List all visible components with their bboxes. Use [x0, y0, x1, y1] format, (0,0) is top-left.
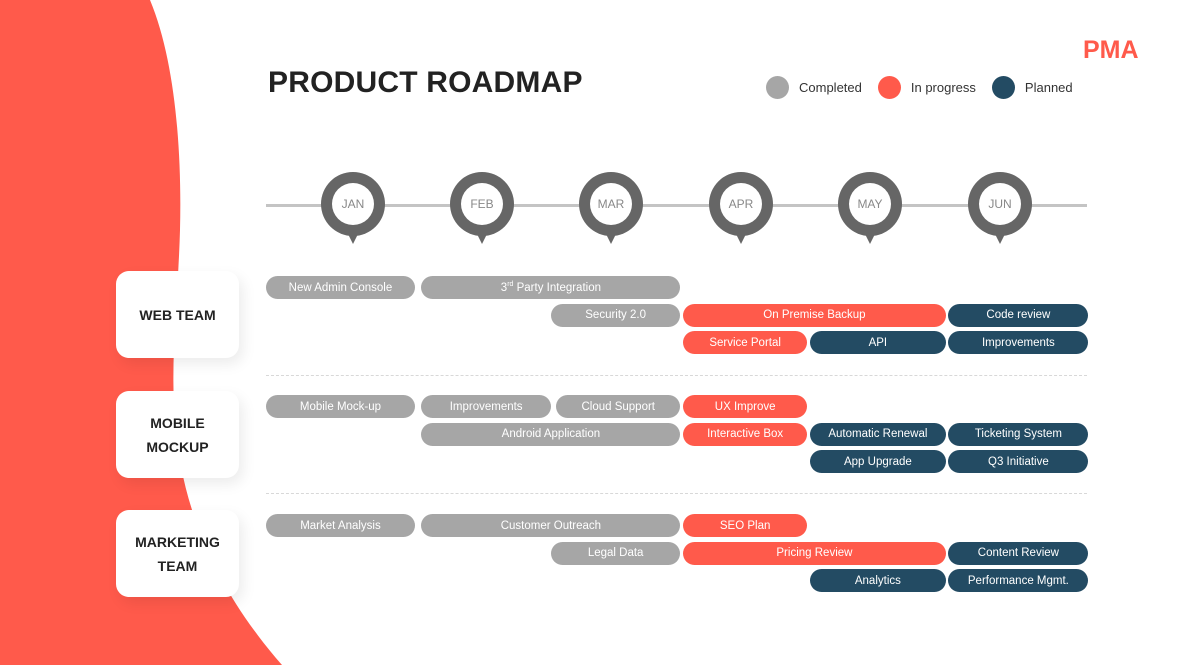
task-label: On Premise Backup: [763, 309, 866, 321]
team-label: MOBILE MOCKUP: [146, 411, 208, 459]
legend-item-planned: Planned: [991, 76, 1073, 99]
team-card-mobile: MOBILE MOCKUP: [116, 391, 239, 478]
team-label-line: MARKETING: [135, 533, 220, 550]
month-pin-apr: APR: [709, 172, 773, 244]
task-in-progress[interactable]: Interactive Box: [682, 422, 808, 446]
task-in-progress[interactable]: SEO Plan: [682, 514, 808, 537]
section-divider: [266, 493, 1087, 494]
task-label: Android Application: [501, 428, 601, 440]
task-planned[interactable]: Performance Mgmt.: [948, 569, 1089, 592]
task-completed[interactable]: Android Application: [421, 422, 681, 446]
task-completed[interactable]: Market Analysis: [266, 514, 415, 537]
task-in-progress[interactable]: Service Portal: [682, 331, 808, 354]
task-in-progress[interactable]: On Premise Backup: [682, 303, 946, 327]
task-planned[interactable]: Code review: [948, 303, 1089, 327]
team-label: MARKETING TEAM: [135, 530, 220, 578]
month-pin-feb: FEB: [450, 172, 514, 244]
task-in-progress[interactable]: Pricing Review: [682, 541, 946, 565]
month-pin-may: MAY: [838, 172, 902, 244]
task-planned[interactable]: Analytics: [809, 569, 946, 592]
task-label: Performance Mgmt.: [967, 574, 1069, 587]
task-label: New Admin Console: [288, 281, 393, 294]
task-label: Improvements: [449, 400, 523, 413]
task-completed[interactable]: Cloud Support: [556, 395, 681, 418]
task-label: Improvements: [981, 336, 1055, 349]
task-label: Pricing Review: [776, 547, 853, 559]
task-completed[interactable]: Improvements: [421, 395, 551, 418]
task-label: Mobile Mock-up: [299, 400, 382, 413]
task-completed[interactable]: Customer Outreach: [421, 514, 681, 537]
task-completed[interactable]: Mobile Mock-up: [266, 395, 415, 418]
task-label: UX Improve: [714, 400, 776, 413]
task-label: API: [868, 336, 888, 349]
month-pin-jun: JUN: [968, 172, 1032, 244]
task-label: Market Analysis: [300, 519, 381, 532]
task-label: Interactive Box: [707, 428, 784, 440]
timeline-axis: [266, 204, 1087, 207]
month-label: JUN: [988, 197, 1012, 211]
legend-item-in-progress: In progress: [877, 76, 976, 99]
task-label: Q3 Initiative: [988, 455, 1049, 468]
task-planned[interactable]: Automatic Renewal: [809, 422, 946, 446]
team-label-line: MOCKUP: [146, 438, 209, 455]
legend: Completed In progress Planned: [766, 76, 1073, 99]
task-label: Content Review: [977, 547, 1059, 559]
legend-label: In progress: [910, 80, 976, 95]
task-label: Service Portal: [709, 336, 781, 349]
task-label: Automatic Renewal: [828, 428, 928, 440]
team-card-web: WEB TEAM: [116, 271, 239, 358]
task-planned[interactable]: App Upgrade: [809, 450, 946, 473]
task-label: Code review: [986, 309, 1051, 321]
team-label: WEB TEAM: [139, 306, 216, 323]
planned-dot-icon: [991, 76, 1015, 99]
month-label: MAR: [597, 197, 625, 211]
legend-label: Planned: [1024, 80, 1073, 95]
legend-label: Completed: [799, 80, 862, 95]
month-label: APR: [728, 197, 754, 211]
task-label: Analytics: [854, 574, 901, 587]
task-label: Legal Data: [587, 547, 644, 559]
month-label: MAY: [857, 197, 883, 211]
task-label: App Upgrade: [843, 455, 912, 468]
section-divider: [266, 375, 1087, 376]
brand-logo: PMA: [1083, 36, 1139, 65]
task-completed[interactable]: Legal Data: [550, 541, 681, 565]
completed-dot-icon: [766, 76, 789, 99]
page-title: PRODUCT ROADMAP: [268, 66, 583, 99]
month-pin-jan: JAN: [321, 172, 385, 244]
logo-text: PMA: [1083, 36, 1139, 64]
legend-item-completed: Completed: [766, 76, 862, 99]
task-planned[interactable]: Ticketing System: [948, 422, 1089, 446]
task-label: Ticketing System: [974, 428, 1062, 440]
month-label: FEB: [470, 197, 494, 211]
task-planned[interactable]: Improvements: [948, 331, 1089, 354]
task-in-progress[interactable]: UX Improve: [682, 395, 808, 418]
team-label-line: MOBILE: [150, 414, 205, 431]
team-card-marketing: MARKETING TEAM: [116, 510, 239, 597]
task-label: 3rd Party Integration: [500, 280, 601, 294]
task-label: Cloud Support: [581, 400, 655, 413]
month-label: JAN: [341, 197, 365, 211]
month-pin-mar: MAR: [579, 172, 643, 244]
task-completed[interactable]: 3rd Party Integration: [421, 276, 681, 299]
task-planned[interactable]: Content Review: [948, 541, 1089, 565]
team-label-line: TEAM: [157, 557, 198, 574]
task-completed[interactable]: New Admin Console: [266, 276, 415, 299]
task-planned[interactable]: Q3 Initiative: [948, 450, 1089, 473]
task-label: Security 2.0: [585, 309, 646, 321]
task-label: Customer Outreach: [500, 519, 602, 532]
task-label: SEO Plan: [719, 519, 771, 532]
in-progress-dot-icon: [877, 76, 901, 99]
task-completed[interactable]: Security 2.0: [550, 303, 681, 327]
task-planned[interactable]: API: [809, 331, 946, 354]
